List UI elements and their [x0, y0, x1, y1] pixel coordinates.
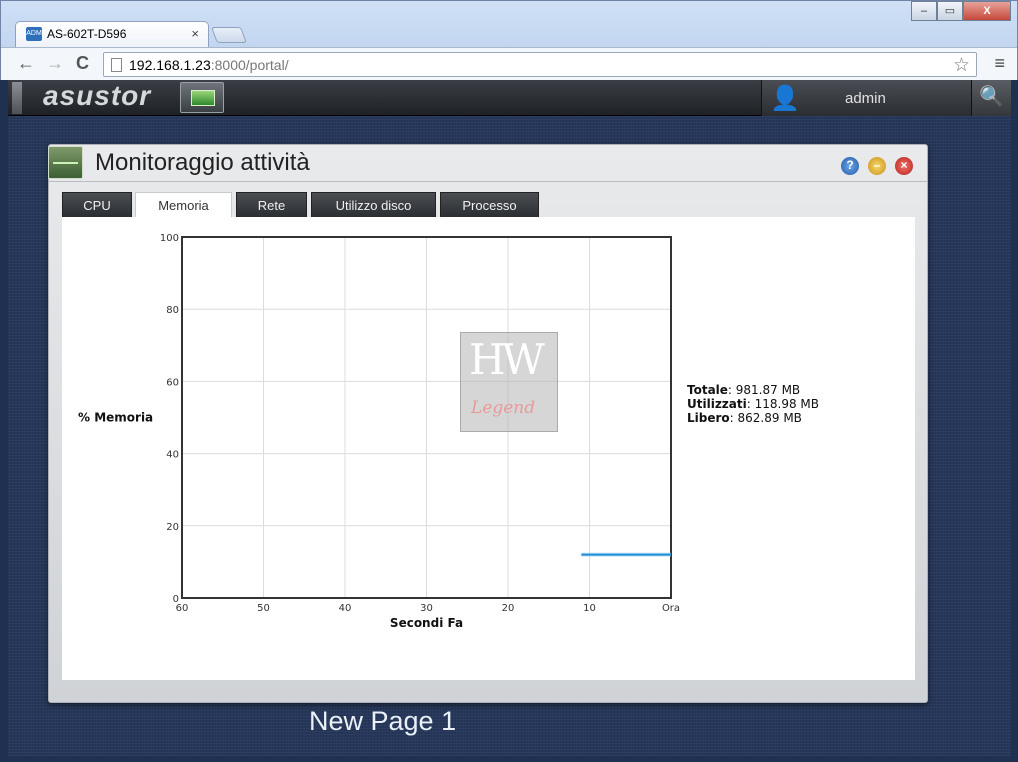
close-window-button[interactable]: X: [963, 1, 1011, 21]
browser-toolbar: ← → C 192.168.1.23:8000/portal/ ☆ ≡: [1, 47, 1017, 80]
x-tick-label: 20: [502, 603, 515, 614]
tab-memoria[interactable]: Memoria: [135, 192, 232, 217]
tab-utilizzo-disco[interactable]: Utilizzo disco: [311, 192, 436, 217]
activity-monitor-app-icon[interactable]: [180, 82, 224, 113]
app-header: asustor 👤 admin 🔍: [8, 80, 1011, 116]
url-path: :8000/portal/: [210, 57, 289, 73]
tab-rete[interactable]: Rete: [236, 192, 307, 217]
page-icon: [111, 58, 122, 72]
forward-icon[interactable]: →: [46, 53, 64, 74]
tab-cpu[interactable]: CPU: [62, 192, 132, 217]
tab-title: AS-602T-D596: [47, 27, 127, 41]
watermark-legend: Legend: [471, 398, 536, 418]
tab-processo[interactable]: Processo: [440, 192, 539, 217]
y-tick-label: 60: [166, 377, 179, 388]
bookmark-star-icon[interactable]: ☆: [953, 54, 970, 77]
new-tab-button[interactable]: [211, 27, 247, 43]
y-tick-label: 20: [166, 522, 179, 533]
search-button[interactable]: 🔍: [971, 80, 1011, 116]
memory-panel: 60 50 40 30 20 10 Ora 100 80 60 40 20 0 Secondi Fa% M…: [62, 217, 915, 680]
maximize-window-button[interactable]: ▭: [937, 1, 963, 21]
y-tick-label: 0: [173, 594, 179, 605]
y-tick-label: 40: [166, 450, 179, 461]
url-text: 192.168.1.23:8000/portal/: [129, 57, 289, 73]
browser-menu-icon[interactable]: ≡: [994, 53, 1005, 74]
stat-totale: Totale: 981.87 MB: [687, 383, 801, 397]
browser-chrome: ADM AS-602T-D596 × – ▭ X ← → C 192.168.1…: [0, 0, 1018, 80]
page-label: New Page 1: [309, 706, 457, 736]
desktop: Monitoraggio attività ? – × CPU Memoria …: [8, 116, 1011, 756]
x-axis-label: Secondi Fa: [390, 616, 463, 630]
x-tick-label: 30: [420, 603, 433, 614]
username: admin: [845, 90, 886, 107]
asustor-logo: asustor: [43, 80, 152, 111]
user-icon: 👤: [770, 85, 800, 112]
user-menu[interactable]: 👤 admin: [761, 80, 971, 116]
y-tick-label: 80: [166, 305, 179, 316]
window-controls: – ▭ X: [911, 1, 1011, 21]
memory-chart: 60 50 40 30 20 10 Ora100806040200Secondi Fa% M…: [78, 233, 680, 630]
activity-monitor-window: Monitoraggio attività ? – × CPU Memoria …: [48, 144, 928, 703]
watermark-hw: HW: [469, 335, 545, 384]
help-button[interactable]: ?: [841, 157, 859, 175]
search-icon: 🔍: [979, 86, 1004, 108]
adm-favicon-icon: ADM: [26, 27, 42, 41]
hwlegend-watermark: HW Legend: [460, 332, 558, 432]
url-host: 192.168.1.23: [129, 57, 211, 73]
tab-close-icon[interactable]: ×: [191, 26, 199, 41]
minimize-button[interactable]: –: [868, 157, 886, 175]
browser-tab[interactable]: ADM AS-602T-D596 ×: [15, 21, 209, 47]
activity-monitor-icon: [48, 146, 83, 179]
x-tick-label: 50: [257, 603, 270, 614]
close-button[interactable]: ×: [895, 157, 913, 175]
back-icon[interactable]: ←: [17, 53, 35, 74]
reload-icon[interactable]: C: [76, 53, 89, 74]
y-tick-label: 100: [160, 233, 179, 244]
y-axis-label: % Memoria: [78, 411, 153, 425]
sidebar-handle[interactable]: [12, 82, 22, 114]
stat-utilizzati: Utilizzati: 118.98 MB: [687, 397, 819, 411]
stat-libero: Libero: 862.89 MB: [687, 411, 802, 425]
x-tick-label: 10: [583, 603, 596, 614]
window-title: Monitoraggio attività: [95, 149, 310, 176]
x-tick-label: 40: [339, 603, 352, 614]
memory-stats: Totale: 981.87 MB Utilizzati: 118.98 MB …: [687, 383, 819, 425]
minimize-window-button[interactable]: –: [911, 1, 937, 21]
address-bar[interactable]: 192.168.1.23:8000/portal/ ☆: [103, 52, 977, 77]
title-divider: [49, 181, 927, 182]
x-tick-label: Ora: [662, 603, 680, 614]
